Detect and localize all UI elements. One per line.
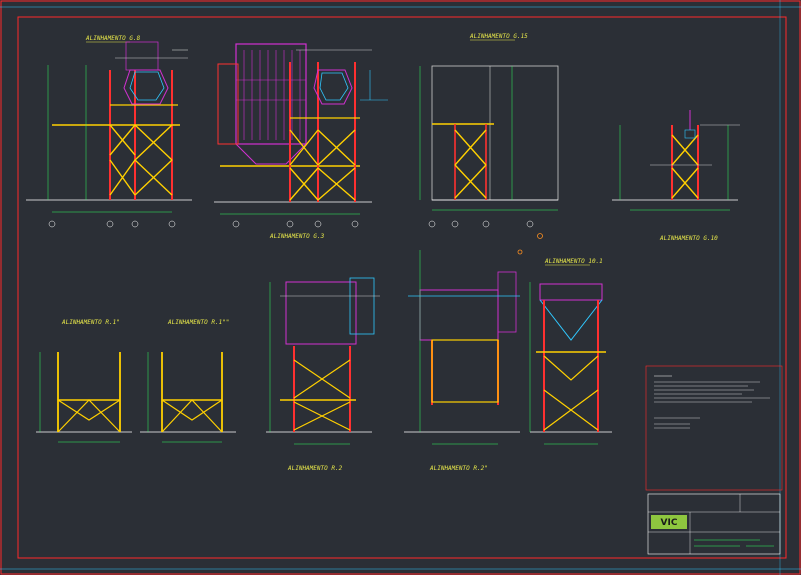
view-10-1: ALINHAMENTO 10.1: [529, 258, 612, 445]
notes-block: [645, 365, 783, 491]
view-r1a: ALINHAMENTO R.1": [36, 319, 132, 443]
cad-drawing: ALINHAMENTO G.8 ALINHAMENTO G.3 ALINHAME…: [0, 0, 801, 575]
title-block: VIC: [647, 493, 781, 555]
view-label-r1b: ALINHAMENTO R.1"": [167, 319, 229, 326]
view-r1b: ALINHAMENTO R.1"": [140, 319, 236, 443]
view-g3: ALINHAMENTO G.3: [214, 43, 388, 240]
view-label-10-1: ALINHAMENTO 10.1: [544, 258, 603, 265]
view-g8: ALINHAMENTO G.8: [26, 35, 192, 228]
view-label-r1a: ALINHAMENTO R.1": [61, 319, 120, 326]
view-label-r2: ALINHAMENTO R.2: [287, 465, 343, 472]
view-label-g15: ALINHAMENTO G.15: [469, 33, 528, 40]
drawing-sheet: ALINHAMENTO G.8 ALINHAMENTO G.3 ALINHAME…: [0, 0, 801, 575]
view-r2: ALINHAMENTO R.2: [266, 277, 380, 472]
view-g15: ALINHAMENTO G.15: [419, 33, 559, 228]
inner-border: [17, 16, 787, 559]
view-label-g10: ALINHAMENTO G.10: [659, 235, 718, 242]
logo-text: VIC: [661, 518, 678, 528]
view-r2b: ALINHAMENTO R.2": [404, 250, 520, 472]
outer-border: [0, 0, 801, 575]
view-label-g8: ALINHAMENTO G.8: [85, 35, 141, 42]
view-g10: ALINHAMENTO G.10: [612, 110, 740, 242]
view-label-r2b: ALINHAMENTO R.2": [429, 465, 488, 472]
view-label-g3: ALINHAMENTO G.3: [269, 233, 325, 240]
